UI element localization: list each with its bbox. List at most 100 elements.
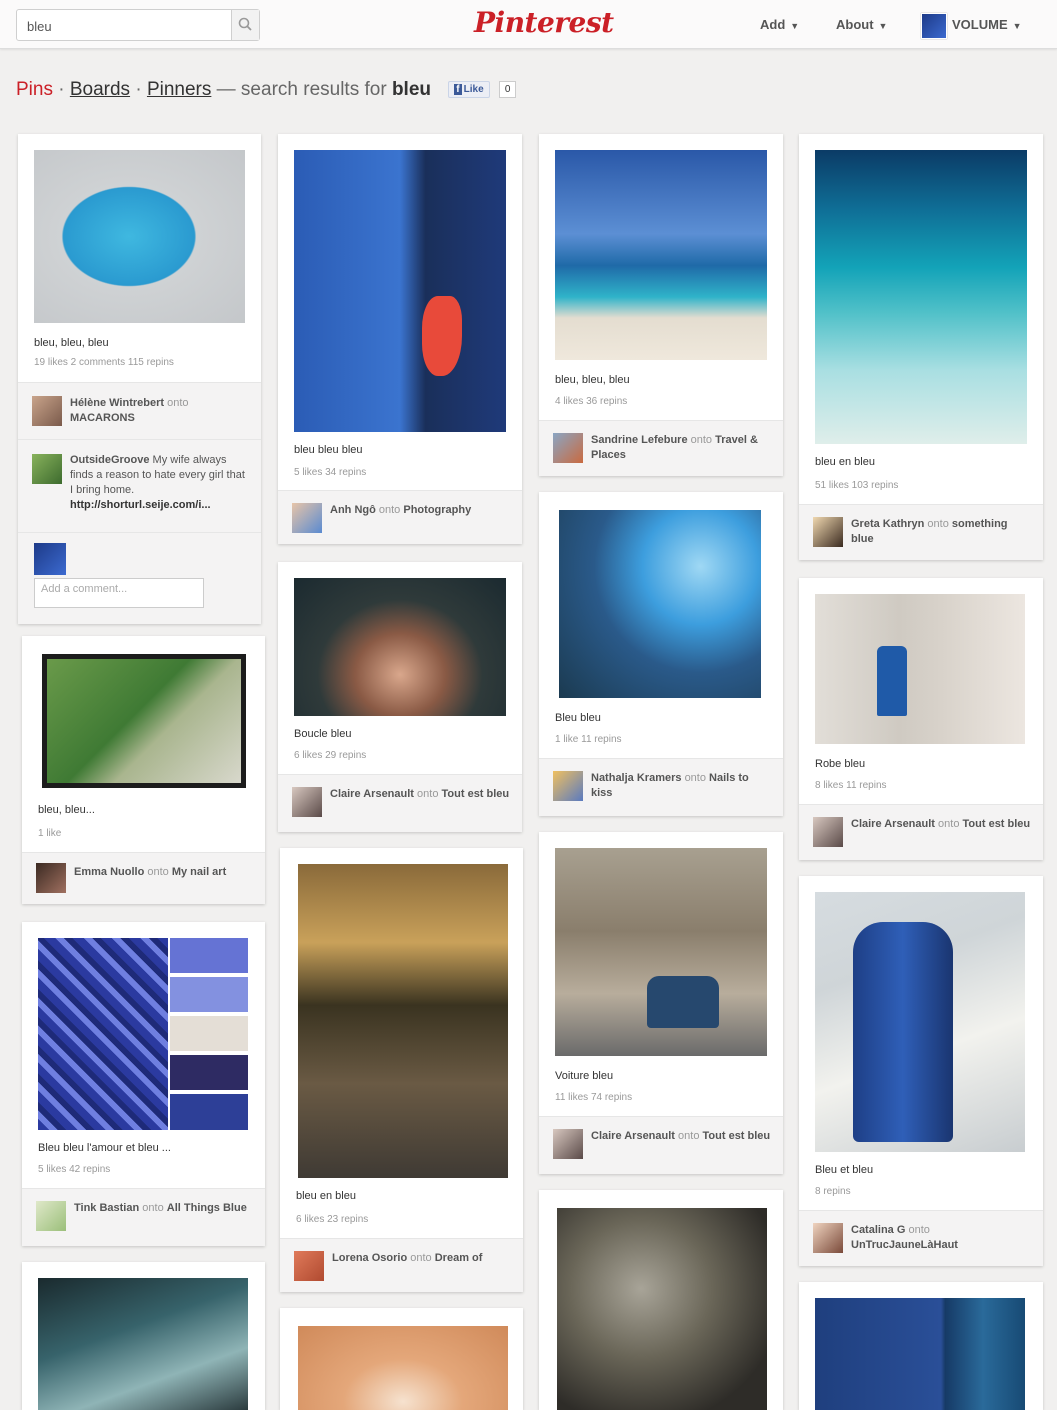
- pin-image[interactable]: [34, 150, 245, 323]
- separator: ·: [58, 79, 65, 100]
- pin-stats: 11 likes 74 repins: [555, 1092, 633, 1103]
- pinner-name[interactable]: Claire Arsenault: [851, 818, 935, 830]
- like-label: Like: [463, 84, 484, 96]
- facebook-icon: f: [454, 84, 462, 96]
- pin-image[interactable]: [298, 864, 508, 1178]
- board-name[interactable]: All Things Blue: [167, 1202, 247, 1214]
- user-menu[interactable]: VOLUME ▼: [952, 17, 1022, 32]
- pinner-avatar[interactable]: [553, 771, 583, 801]
- pinterest-logo[interactable]: Pinterest: [474, 6, 614, 39]
- tab-pins[interactable]: Pins: [16, 79, 53, 100]
- pinner-avatar[interactable]: [553, 1129, 583, 1159]
- commenter-avatar[interactable]: [32, 454, 62, 484]
- pin-image[interactable]: [815, 150, 1027, 444]
- pinner-name[interactable]: Greta Kathryn: [851, 518, 924, 530]
- swatch: [170, 1016, 248, 1051]
- tab-boards[interactable]: Boards: [70, 79, 130, 100]
- about-menu[interactable]: About ▼: [836, 17, 887, 32]
- tab-pinners[interactable]: Pinners: [147, 79, 211, 100]
- search-icon: [238, 17, 252, 31]
- pin-attribution: Lorena Osorio onto Dream of: [280, 1238, 523, 1292]
- pinner-name[interactable]: Sandrine Lefebure: [591, 434, 688, 446]
- pinner-avatar[interactable]: [813, 517, 843, 547]
- user-avatar[interactable]: [921, 13, 947, 39]
- pin-card[interactable]: [280, 1308, 523, 1410]
- pinner-avatar[interactable]: [32, 396, 62, 426]
- pin-card[interactable]: Robe bleu 8 likes 11 repins Claire Arsen…: [799, 578, 1043, 860]
- pinner-avatar[interactable]: [36, 1201, 66, 1231]
- pin-image[interactable]: [815, 594, 1025, 744]
- board-name[interactable]: UnTrucJauneLàHaut: [851, 1239, 958, 1251]
- pin-image[interactable]: [294, 150, 506, 432]
- pin-card[interactable]: bleu, bleu, bleu 19 likes 2 comments 115…: [18, 134, 261, 624]
- pin-stats: 6 likes 29 repins: [294, 750, 367, 761]
- pin-stats: 8 repins: [815, 1186, 851, 1197]
- pin-card[interactable]: Bleu et bleu 8 repins Catalina G onto Un…: [799, 876, 1043, 1266]
- board-name[interactable]: Tout est bleu: [442, 788, 510, 800]
- pin-image[interactable]: [38, 1278, 248, 1410]
- pin-attribution: Nathalja Kramers onto Nails to kiss: [539, 758, 783, 816]
- board-name[interactable]: Photography: [403, 504, 471, 516]
- board-name[interactable]: Tout est bleu: [703, 1130, 771, 1142]
- pinner-avatar[interactable]: [294, 1251, 324, 1281]
- pin-image[interactable]: [559, 510, 761, 698]
- add-comment-input[interactable]: Add a comment...: [34, 578, 204, 608]
- pin-attribution: Claire Arsenault onto Tout est bleu: [799, 804, 1043, 860]
- pinner-avatar[interactable]: [813, 1223, 843, 1253]
- pinner-avatar[interactable]: [36, 863, 66, 893]
- pinner-avatar[interactable]: [292, 503, 322, 533]
- comment-link[interactable]: http://shorturl.seije.com/i...: [70, 499, 211, 511]
- pin-image-content: [853, 922, 953, 1142]
- pinner-name[interactable]: Claire Arsenault: [330, 788, 414, 800]
- board-name[interactable]: MACARONS: [70, 412, 135, 424]
- pin-image[interactable]: [38, 938, 168, 1130]
- pin-card[interactable]: Bleu bleu l'amour et bleu ... 5 likes 42…: [22, 922, 265, 1246]
- search-query: bleu: [391, 79, 431, 100]
- pin-card[interactable]: Boucle bleu 6 likes 29 repins Claire Ars…: [278, 562, 522, 832]
- pinner-avatar[interactable]: [292, 787, 322, 817]
- search-input[interactable]: [25, 11, 229, 41]
- pin-card[interactable]: bleu, bleu, bleu 4 likes 36 repins Sandr…: [539, 134, 783, 476]
- pin-image[interactable]: [557, 1208, 767, 1410]
- pin-card[interactable]: [22, 1262, 265, 1410]
- pinner-avatar[interactable]: [813, 817, 843, 847]
- pinner-name[interactable]: Anh Ngô: [330, 504, 376, 516]
- pin-card[interactable]: Bleu bleu 1 like 11 repins Nathalja Kram…: [539, 492, 783, 816]
- add-menu[interactable]: Add ▼: [760, 17, 799, 32]
- board-name[interactable]: Tout est bleu: [963, 818, 1031, 830]
- pin-card[interactable]: bleu, bleu... 1 like Emma Nuollo onto My…: [22, 636, 265, 904]
- pin-card[interactable]: [799, 1282, 1043, 1410]
- pinner-name[interactable]: Lorena Osorio: [332, 1252, 407, 1264]
- add-menu-label: Add: [760, 17, 786, 32]
- onto-text: onto: [147, 866, 169, 878]
- pin-image[interactable]: [555, 150, 767, 360]
- pin-card[interactable]: Voiture bleu 11 likes 74 repins Claire A…: [539, 832, 783, 1174]
- pin-card[interactable]: bleu bleu bleu 5 likes 34 repins Anh Ngô…: [278, 134, 522, 544]
- pin-image[interactable]: [815, 1298, 1025, 1410]
- facebook-like-button[interactable]: f Like: [448, 81, 490, 99]
- pinner-avatar[interactable]: [553, 433, 583, 463]
- pin-card[interactable]: bleu en bleu 51 likes 103 repins Greta K…: [799, 134, 1043, 560]
- pinner-name[interactable]: Tink Bastian: [74, 1202, 139, 1214]
- pin-image[interactable]: [42, 654, 246, 788]
- pin-image[interactable]: [815, 892, 1025, 1152]
- pin-card[interactable]: bleu en bleu 6 likes 23 repins Lorena Os…: [280, 848, 523, 1292]
- pin-image-content: [47, 659, 241, 783]
- pinner-name[interactable]: Emma Nuollo: [74, 866, 144, 878]
- pinner-name[interactable]: Claire Arsenault: [591, 1130, 675, 1142]
- pin-description: Voiture bleu: [555, 1070, 614, 1082]
- onto-text: onto: [684, 772, 706, 784]
- pinner-name[interactable]: Nathalja Kramers: [591, 772, 682, 784]
- board-name[interactable]: My nail art: [172, 866, 226, 878]
- pin-image[interactable]: [298, 1326, 508, 1410]
- board-name[interactable]: Dream of: [435, 1252, 483, 1264]
- commenter-name[interactable]: OutsideGroove: [70, 454, 149, 466]
- pin-stats: 5 likes 42 repins: [38, 1164, 111, 1175]
- pinner-name[interactable]: Catalina G: [851, 1224, 905, 1236]
- pin-image[interactable]: [294, 578, 506, 716]
- pinner-name[interactable]: Hélène Wintrebert: [70, 397, 164, 409]
- pin-image[interactable]: [555, 848, 767, 1056]
- onto-text: onto: [167, 397, 189, 409]
- search-button[interactable]: [231, 10, 259, 40]
- pin-card[interactable]: [539, 1190, 783, 1410]
